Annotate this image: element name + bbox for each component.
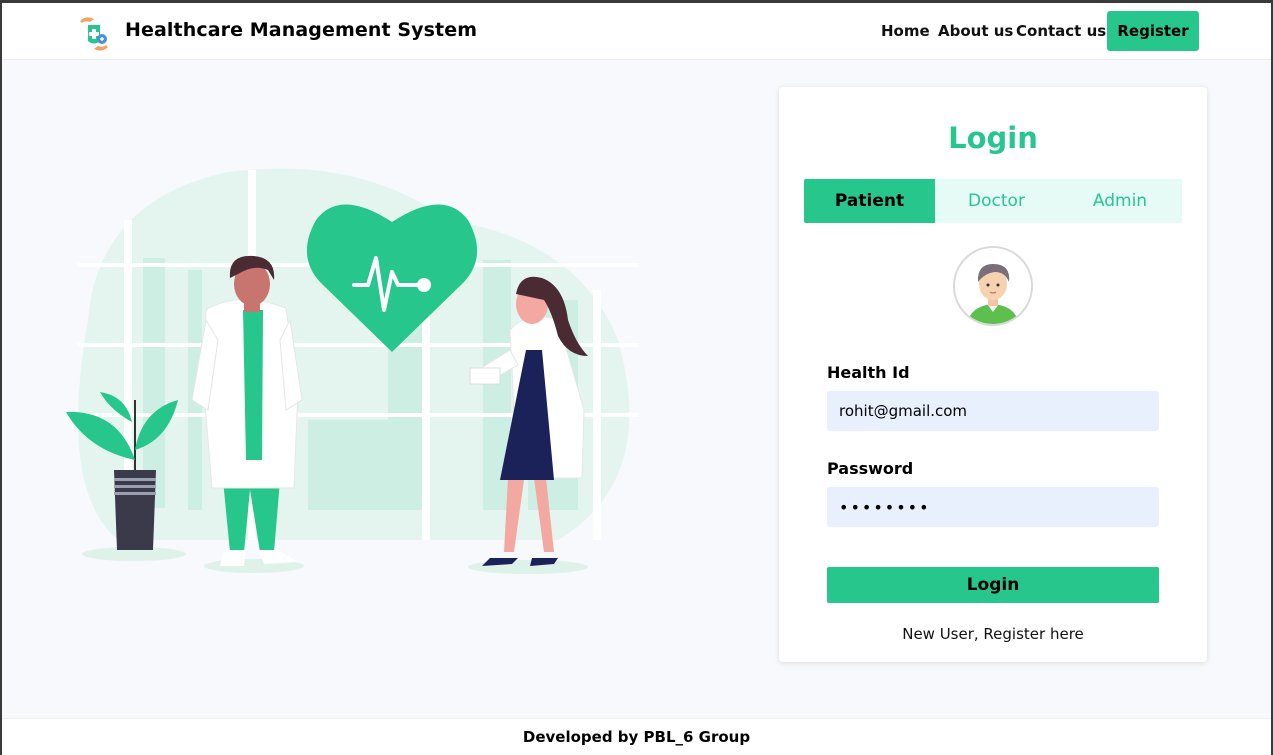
health-id-label: Health Id (827, 363, 910, 382)
brand-title[interactable]: Healthcare Management System (125, 19, 477, 41)
navbar: Healthcare Management System Home About … (2, 3, 1271, 60)
user-avatar-icon (955, 248, 1031, 324)
nav-link-about[interactable]: About us (938, 22, 1013, 40)
new-user-register-link[interactable]: New User, Register here (779, 625, 1207, 643)
footer: Developed by PBL_6 Group (2, 718, 1271, 755)
window-border-left (0, 0, 2, 755)
patient-avatar (953, 246, 1033, 326)
doctors-illustration (66, 168, 638, 574)
password-input[interactable]: •••••••• (827, 487, 1159, 527)
register-button[interactable]: Register (1107, 11, 1199, 51)
nav-link-contact[interactable]: Contact us (1016, 22, 1106, 40)
healthcare-logo-icon (80, 17, 108, 51)
health-id-input[interactable]: rohit@gmail.com (827, 391, 1159, 431)
tab-patient[interactable]: Patient (804, 179, 935, 223)
nav-link-home[interactable]: Home (881, 22, 930, 40)
footer-credit: Developed by PBL_6 Group (522, 728, 751, 746)
tab-doctor[interactable]: Doctor (935, 179, 1058, 223)
password-label: Password (827, 459, 914, 478)
login-title: Login (948, 121, 1038, 155)
login-submit-button[interactable]: Login (827, 567, 1159, 603)
tab-admin[interactable]: Admin (1058, 179, 1182, 223)
role-tabs: Patient Doctor Admin (804, 179, 1182, 223)
login-card: Login Patient Doctor Admin Health Id roh… (779, 87, 1207, 662)
